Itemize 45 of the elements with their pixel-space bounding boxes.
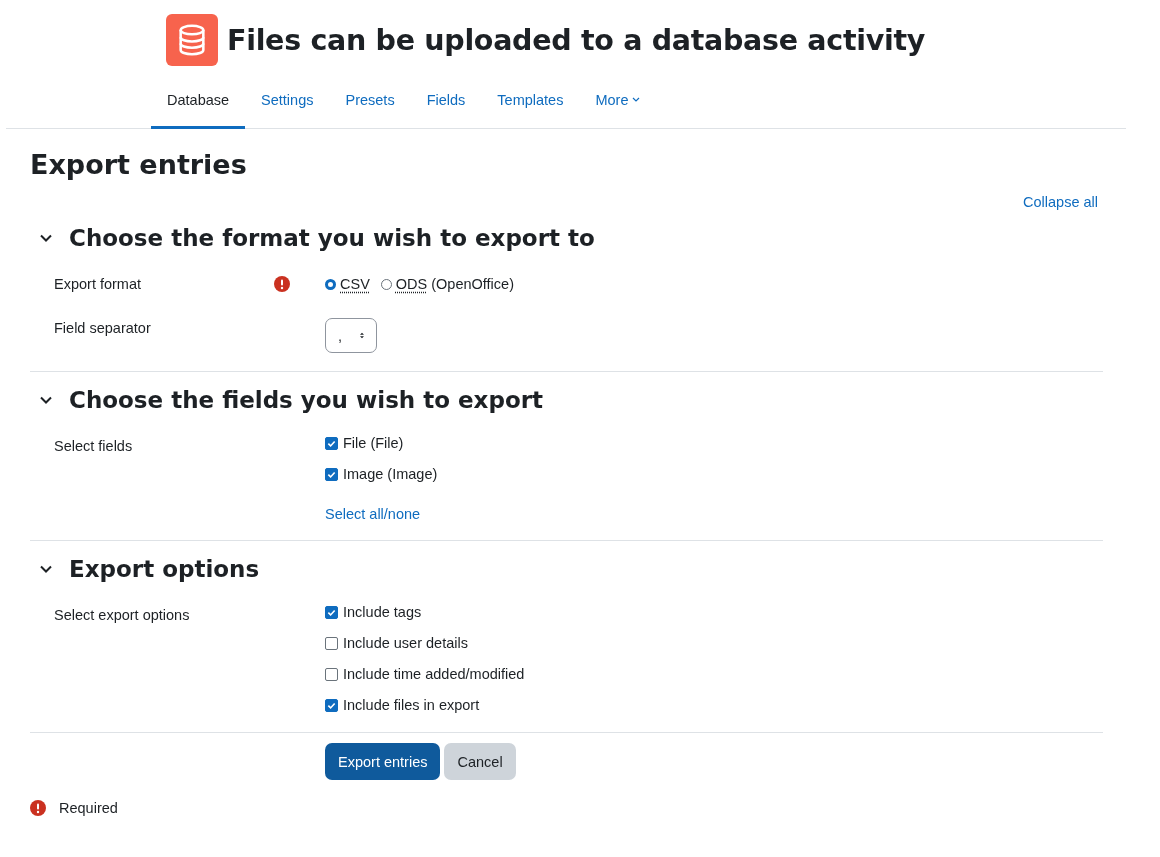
tab[interactable]: Settings xyxy=(245,82,330,129)
tab[interactable]: Presets xyxy=(329,82,411,129)
checkbox[interactable] xyxy=(325,436,338,450)
required-icon xyxy=(30,800,46,816)
option-label: CSV xyxy=(340,276,370,292)
page-title: Files can be uploaded to a database activity xyxy=(227,23,926,57)
radio-button[interactable] xyxy=(380,278,392,290)
checkbox[interactable] xyxy=(325,467,338,481)
section-header[interactable]: Choose the fields you wish to export xyxy=(30,372,1103,420)
required-note: Required xyxy=(59,800,118,816)
checkbox-label: Include user details xyxy=(343,635,468,651)
checkbox[interactable] xyxy=(325,667,338,681)
checkbox-label: Image (Image) xyxy=(343,466,438,482)
separator-select[interactable]: , xyxy=(325,318,377,353)
database-icon xyxy=(166,14,218,66)
checkbox[interactable] xyxy=(325,605,338,619)
collapse-all-link[interactable]: Collapse all xyxy=(1023,194,1098,210)
field-label: Select fields xyxy=(54,438,133,454)
checkbox[interactable] xyxy=(325,698,338,712)
page-heading: Export entries xyxy=(30,149,248,180)
tab[interactable]: Database xyxy=(151,82,246,129)
tab[interactable]: Fields xyxy=(410,82,482,129)
tab[interactable]: More xyxy=(579,82,657,129)
option-label: ODS xyxy=(395,276,428,292)
checkbox-label: File (File) xyxy=(343,435,404,451)
section-title: Export options xyxy=(69,556,260,582)
checkbox-label: Include tags xyxy=(343,604,422,620)
section-header[interactable]: Export options xyxy=(30,541,1103,589)
field-label: Field separator xyxy=(54,320,151,336)
sort-arrows-icon xyxy=(360,330,364,341)
option-note: (OpenOffice) xyxy=(431,276,514,292)
tab[interactable]: Templates xyxy=(481,82,580,129)
select-all-none-link[interactable]: Select all/none xyxy=(325,506,421,522)
section-title: Choose the format you wish to export to xyxy=(69,225,595,251)
radio-button[interactable] xyxy=(325,278,336,290)
section-header[interactable]: Choose the format you wish to export to xyxy=(30,210,1103,258)
cancel-button[interactable]: Cancel xyxy=(444,743,516,780)
checkbox[interactable] xyxy=(325,636,338,650)
chevron-down-icon xyxy=(632,97,641,103)
field-label: Export format xyxy=(54,276,142,292)
section-title: Choose the fields you wish to export xyxy=(69,387,544,413)
checkbox-label: Include time added/modified xyxy=(343,666,525,682)
checkbox-label: Include files in export xyxy=(343,697,480,713)
field-label: Select export options xyxy=(54,607,190,623)
export-button[interactable]: Export entries xyxy=(325,743,441,780)
